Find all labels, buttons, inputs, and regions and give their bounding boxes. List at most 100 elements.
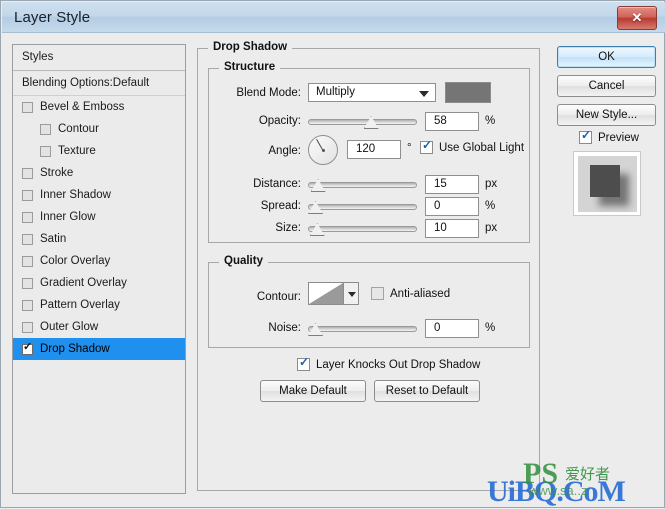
style-list-item-label: Outer Glow — [40, 321, 99, 333]
noise-unit: % — [485, 322, 496, 334]
cancel-button[interactable]: Cancel — [557, 75, 656, 97]
size-slider[interactable] — [308, 220, 417, 236]
close-icon: ✕ — [631, 10, 643, 25]
distance-input[interactable]: 15 — [425, 175, 479, 194]
opacity-slider[interactable] — [308, 113, 417, 129]
distance-slider[interactable] — [308, 176, 417, 192]
window-title: Layer Style — [14, 9, 91, 26]
contour-label: Contour: — [256, 291, 301, 303]
contour-curve-icon — [309, 283, 343, 304]
style-list-item[interactable]: Satin — [13, 228, 185, 250]
noise-slider-track — [308, 326, 417, 332]
structure-group-title: Structure — [219, 61, 281, 73]
use-global-light-label: Use Global Light — [439, 141, 525, 154]
style-list-item[interactable]: Outer Glow — [13, 316, 185, 338]
drop-shadow-group: Drop Shadow Structure Blend Mode: Multip… — [197, 41, 540, 491]
chevron-down-icon — [348, 292, 356, 297]
preview-label: Preview — [598, 131, 639, 144]
angle-dial[interactable] — [308, 135, 338, 165]
style-list-item-label: Gradient Overlay — [40, 277, 127, 289]
quality-group-title: Quality — [219, 255, 268, 267]
style-list-item[interactable]: Texture — [13, 140, 185, 162]
checkbox-icon[interactable] — [22, 299, 33, 311]
style-list-item-label: Color Overlay — [40, 255, 111, 267]
angle-input[interactable]: 120 — [347, 140, 401, 159]
size-input[interactable]: 10 — [425, 219, 479, 238]
style-list-item-label: Bevel & Emboss — [40, 101, 125, 113]
close-button[interactable]: ✕ — [617, 6, 657, 30]
preview-shape — [590, 165, 620, 197]
drop-shadow-group-title: Drop Shadow — [208, 41, 293, 53]
anti-aliased-checkbox[interactable]: Anti-aliased — [371, 287, 450, 300]
make-default-button[interactable]: Make Default — [260, 380, 366, 402]
checkbox-icon[interactable] — [22, 342, 33, 355]
checkbox-icon[interactable] — [22, 189, 33, 201]
opacity-label: Opacity: — [258, 115, 301, 127]
noise-label: Noise: — [268, 322, 301, 334]
checkbox-icon[interactable] — [40, 145, 51, 157]
style-list-item[interactable]: Bevel & Emboss — [13, 96, 185, 118]
spread-label: Spread: — [260, 200, 301, 212]
ok-button[interactable]: OK — [557, 46, 656, 68]
style-list-item-label: Stroke — [40, 167, 74, 179]
anti-aliased-label: Anti-aliased — [390, 287, 451, 300]
angle-dial-hub — [321, 148, 325, 152]
style-effect-list: Bevel & Emboss Contour Texture Stroke Inner … — [13, 96, 185, 360]
distance-slider-track — [308, 182, 417, 188]
checkbox-icon[interactable] — [40, 123, 51, 135]
style-list-item[interactable]: Inner Shadow — [13, 184, 185, 206]
blend-mode-value: Multiply — [316, 86, 355, 98]
layer-knocks-out-label: Layer Knocks Out Drop Shadow — [316, 358, 481, 371]
size-slider-track — [308, 226, 417, 232]
new-style-button[interactable]: New Style... — [557, 104, 656, 126]
style-list-item-label: Texture — [58, 145, 96, 157]
checkbox-icon[interactable] — [22, 211, 33, 223]
style-list-item[interactable]: Inner Glow — [13, 206, 185, 228]
noise-input[interactable]: 0 — [425, 319, 479, 338]
checkbox-icon[interactable] — [22, 233, 33, 245]
watermark-cn-text: 爱好者 — [565, 466, 611, 483]
style-list-item[interactable]: Pattern Overlay — [13, 294, 185, 316]
contour-preset-swatch[interactable] — [308, 282, 344, 305]
checkbox-icon — [371, 287, 384, 300]
preview-thumbnail — [573, 151, 641, 216]
angle-label: Angle: — [268, 145, 301, 157]
checkbox-icon[interactable] — [22, 101, 33, 113]
reset-to-default-button[interactable]: Reset to Default — [374, 380, 480, 402]
size-label: Size: — [275, 222, 301, 234]
styles-panel: Styles Blending Options:Default Bevel & … — [12, 44, 186, 494]
style-list-item[interactable]: Color Overlay — [13, 250, 185, 272]
style-list-item[interactable]: Gradient Overlay — [13, 272, 185, 294]
style-list-item-label: Drop Shadow — [40, 343, 110, 355]
spread-input[interactable]: 0 — [425, 197, 479, 216]
style-list-item[interactable]: Stroke — [13, 162, 185, 184]
spread-slider[interactable] — [308, 198, 417, 214]
checkbox-icon[interactable] — [22, 255, 33, 267]
checkbox-icon[interactable] — [22, 167, 33, 179]
distance-label: Distance: — [253, 178, 301, 190]
checkbox-icon[interactable] — [22, 321, 33, 333]
style-list-item[interactable]: Contour — [13, 118, 185, 140]
use-global-light-checkbox[interactable]: Use Global Light — [420, 139, 525, 154]
style-list-item[interactable]: Drop Shadow — [13, 338, 185, 360]
opacity-input[interactable]: 58 — [425, 112, 479, 131]
checkbox-icon[interactable] — [22, 277, 33, 289]
spread-slider-track — [308, 204, 417, 210]
quality-group: Quality Contour: Anti-aliased Noise: 0 % — [208, 255, 530, 348]
size-unit: px — [485, 222, 498, 234]
styles-panel-header: Styles — [13, 45, 185, 71]
noise-slider[interactable] — [308, 320, 417, 336]
angle-unit: ° — [407, 142, 412, 154]
contour-dropdown-button[interactable] — [344, 282, 359, 305]
preview-canvas — [578, 156, 637, 212]
checkbox-icon — [420, 139, 433, 154]
blending-options-row[interactable]: Blending Options:Default — [13, 71, 185, 96]
style-list-item-label: Pattern Overlay — [40, 299, 120, 311]
preview-checkbox[interactable]: Preview — [579, 129, 639, 144]
layer-style-dialog: Layer Style ✕ Styles Blending Options:De… — [0, 0, 665, 508]
opacity-slider-track — [308, 119, 417, 125]
layer-knocks-out-drop-shadow-checkbox[interactable]: Layer Knocks Out Drop Shadow — [297, 356, 481, 371]
distance-unit: px — [485, 178, 498, 190]
blend-mode-select[interactable]: Multiply — [308, 83, 436, 102]
shadow-color-swatch[interactable] — [445, 82, 491, 103]
